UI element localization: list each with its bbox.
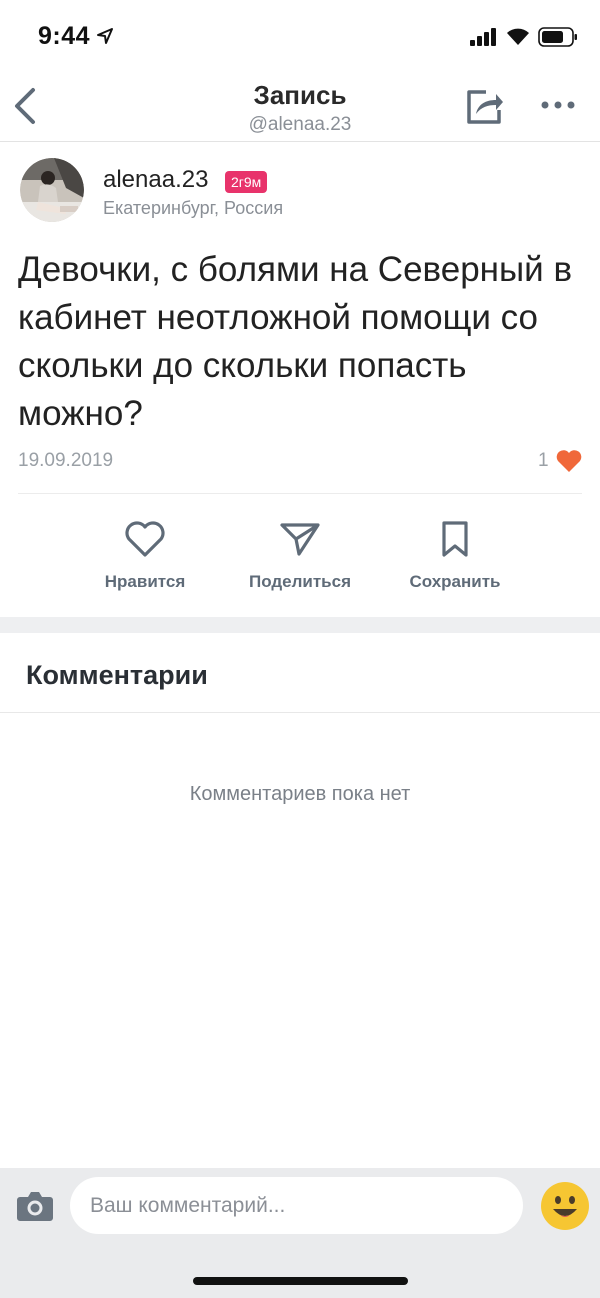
like-button[interactable]: Нравится bbox=[80, 520, 210, 592]
post-divider bbox=[18, 493, 582, 494]
avatar[interactable] bbox=[20, 158, 84, 222]
heart-icon bbox=[125, 521, 165, 557]
like-count: 1 bbox=[538, 450, 549, 471]
comments-title: Комментарии bbox=[26, 660, 208, 690]
page-subtitle: @alenaa.23 bbox=[248, 114, 352, 135]
like-label: Нравится bbox=[104, 572, 186, 591]
save-button[interactable]: Сохранить bbox=[390, 520, 520, 592]
age-badge: 2г9м bbox=[225, 171, 268, 193]
emoji-icon[interactable] bbox=[540, 1181, 590, 1231]
share-label: Поделиться bbox=[248, 572, 352, 591]
page-title: Запись bbox=[253, 80, 347, 110]
location-arrow-icon bbox=[97, 28, 113, 44]
save-label: Сохранить bbox=[409, 572, 501, 591]
section-gap bbox=[0, 617, 600, 633]
author-name[interactable]: alenaa.23 bbox=[103, 166, 208, 194]
camera-icon[interactable] bbox=[16, 1190, 54, 1222]
wifi-icon bbox=[507, 28, 529, 45]
home-indicator bbox=[193, 1277, 408, 1285]
post-date: 19.09.2019 bbox=[18, 450, 114, 471]
signal-icon bbox=[470, 28, 496, 46]
share-icon[interactable] bbox=[464, 86, 504, 126]
comments-divider bbox=[0, 712, 600, 713]
battery-icon bbox=[538, 27, 577, 47]
status-time: 9:44 bbox=[38, 22, 91, 50]
comments-empty-text: Комментариев пока нет bbox=[189, 783, 411, 805]
post-text: Девочки, с болями на Северный в кабинет … bbox=[18, 250, 573, 433]
author-location: Екатеринбург, Россия bbox=[103, 198, 284, 218]
heart-icon bbox=[556, 450, 582, 472]
more-icon[interactable] bbox=[540, 100, 576, 110]
back-chevron-icon[interactable] bbox=[12, 87, 38, 125]
bookmark-icon bbox=[442, 521, 468, 557]
comment-input[interactable] bbox=[70, 1177, 523, 1234]
paper-plane-icon bbox=[280, 523, 320, 556]
share-button[interactable]: Поделиться bbox=[235, 520, 365, 592]
nav-divider bbox=[0, 141, 600, 142]
